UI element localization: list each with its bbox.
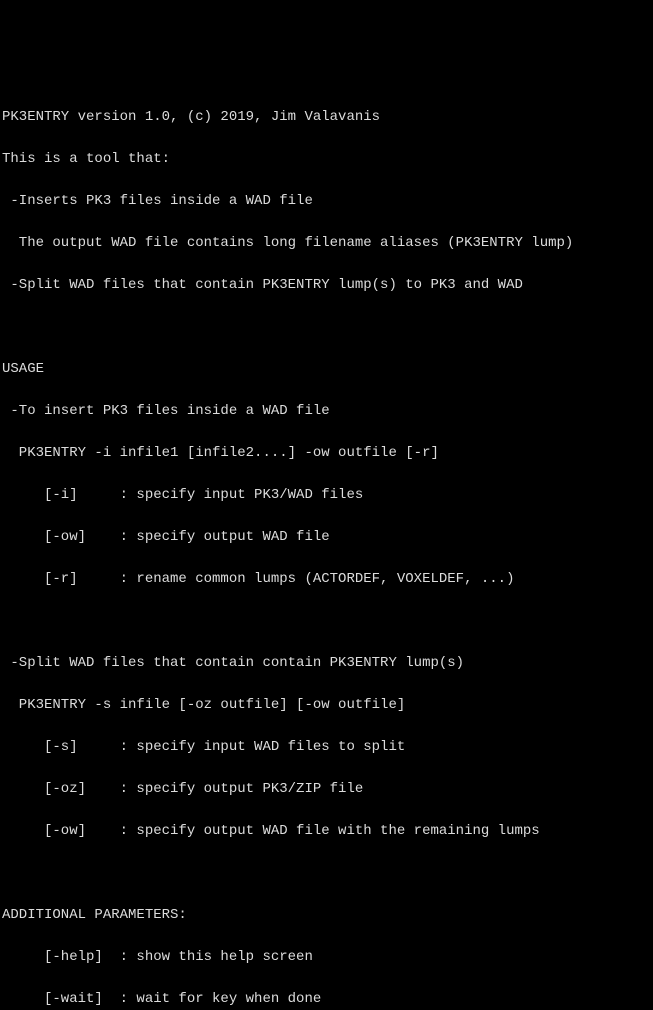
desc-output: The output WAD file contains long filena… [2, 233, 651, 254]
flag-ow: [-ow] : specify output WAD file [2, 527, 651, 548]
intro-line: This is a tool that: [2, 149, 651, 170]
blank-line [2, 317, 651, 338]
usage-split-cmd: PK3ENTRY -s infile [-oz outfile] [-ow ou… [2, 695, 651, 716]
additional-title: ADDITIONAL PARAMETERS: [2, 905, 651, 926]
desc-split: -Split WAD files that contain PK3ENTRY l… [2, 275, 651, 296]
flag-wait: [-wait] : wait for key when done [2, 989, 651, 1010]
blank-line [2, 863, 651, 884]
usage-insert-title: -To insert PK3 files inside a WAD file [2, 401, 651, 422]
flag-help: [-help] : show this help screen [2, 947, 651, 968]
desc-insert: -Inserts PK3 files inside a WAD file [2, 191, 651, 212]
flag-r: [-r] : rename common lumps (ACTORDEF, VO… [2, 569, 651, 590]
usage-title: USAGE [2, 359, 651, 380]
flag-s: [-s] : specify input WAD files to split [2, 737, 651, 758]
flag-ow-split: [-ow] : specify output WAD file with the… [2, 821, 651, 842]
version-line: PK3ENTRY version 1.0, (c) 2019, Jim Vala… [2, 107, 651, 128]
blank-line [2, 611, 651, 632]
flag-oz: [-oz] : specify output PK3/ZIP file [2, 779, 651, 800]
usage-split-title: -Split WAD files that contain contain PK… [2, 653, 651, 674]
flag-i: [-i] : specify input PK3/WAD files [2, 485, 651, 506]
terminal-output: PK3ENTRY version 1.0, (c) 2019, Jim Vala… [2, 86, 651, 587]
usage-insert-cmd: PK3ENTRY -i infile1 [infile2....] -ow ou… [2, 443, 651, 464]
